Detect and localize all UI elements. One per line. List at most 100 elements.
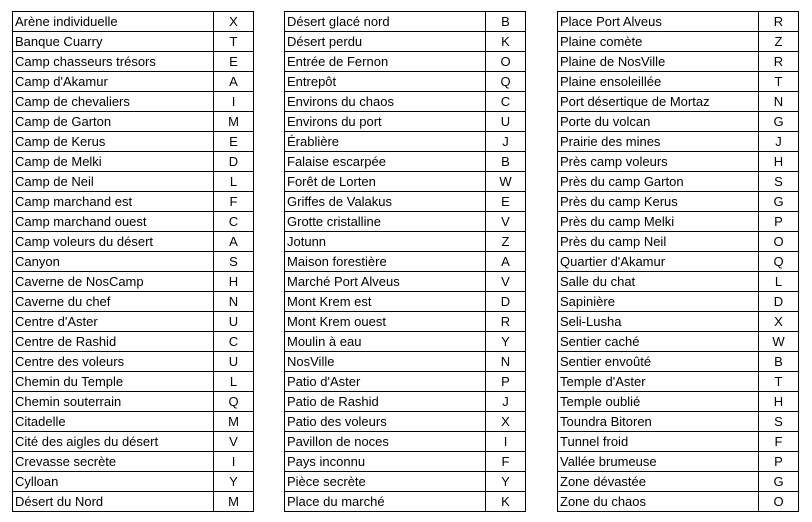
- table-row: Place du marché K: [284, 491, 526, 512]
- location-code-cell: K: [485, 31, 526, 52]
- location-name-cell: Mont Krem est: [284, 291, 486, 312]
- location-name-cell: Caverne du chef: [12, 291, 214, 312]
- location-code-cell: U: [485, 111, 526, 132]
- table-row: Seli-Lusha X: [557, 311, 799, 332]
- location-code-cell: O: [758, 491, 799, 512]
- location-code-cell: N: [485, 351, 526, 372]
- location-name-cell: Place Port Alveus: [557, 11, 759, 32]
- table-row: Falaise escarpée B: [284, 151, 526, 172]
- table-row: Maison forestière A: [284, 251, 526, 272]
- location-code-cell: L: [758, 271, 799, 292]
- location-name-cell: Camp de Melki: [12, 151, 214, 172]
- location-code-cell: J: [758, 131, 799, 152]
- table-row: Plaine de NosVille R: [557, 51, 799, 72]
- location-code-cell: I: [213, 451, 254, 472]
- location-code-cell: A: [213, 231, 254, 252]
- location-name-cell: Désert du Nord: [12, 491, 214, 512]
- table-row: Sentier caché W: [557, 331, 799, 352]
- location-name-cell: Citadelle: [12, 411, 214, 432]
- location-code-cell: P: [758, 451, 799, 472]
- location-code-cell: D: [485, 291, 526, 312]
- location-code-cell: F: [758, 431, 799, 452]
- table-row: Chemin souterrain Q: [12, 391, 254, 412]
- table-row: Tunnel froid F: [557, 431, 799, 452]
- location-name-cell: Cylloan: [12, 471, 214, 492]
- table-row: Griffes de Valakus E: [284, 191, 526, 212]
- location-name-cell: Arène individuelle: [12, 11, 214, 32]
- location-name-cell: Moulin à eau: [284, 331, 486, 352]
- location-name-cell: Camp marchand ouest: [12, 211, 214, 232]
- location-code-cell: E: [213, 131, 254, 152]
- table-row: Zone dévastée G: [557, 471, 799, 492]
- table-row: Grotte cristalline V: [284, 211, 526, 232]
- location-name-cell: Patio des voleurs: [284, 411, 486, 432]
- location-name-cell: Marché Port Alveus: [284, 271, 486, 292]
- location-name-cell: Temple d'Aster: [557, 371, 759, 392]
- location-name-cell: Érablière: [284, 131, 486, 152]
- location-name-cell: Caverne de NosCamp: [12, 271, 214, 292]
- location-name-cell: Près du camp Neil: [557, 231, 759, 252]
- table-row: Prairie des mines J: [557, 131, 799, 152]
- location-name-cell: Salle du chat: [557, 271, 759, 292]
- table-row: Plaine comète Z: [557, 31, 799, 52]
- table-row: Pavillon de noces I: [284, 431, 526, 452]
- location-name-cell: Sapinière: [557, 291, 759, 312]
- table-row: Camp marchand ouest C: [12, 211, 254, 232]
- location-code-cell: E: [485, 191, 526, 212]
- location-code-cell: L: [213, 371, 254, 392]
- location-code-cell: E: [213, 51, 254, 72]
- location-name-cell: Chemin souterrain: [12, 391, 214, 412]
- location-code-cell: C: [213, 211, 254, 232]
- location-name-cell: Centre d'Aster: [12, 311, 214, 332]
- table-row: Forêt de Lorten W: [284, 171, 526, 192]
- location-name-cell: Plaine de NosVille: [557, 51, 759, 72]
- location-code-cell: D: [213, 151, 254, 172]
- location-name-cell: Zone dévastée: [557, 471, 759, 492]
- table-row: Canyon S: [12, 251, 254, 272]
- location-code-cell: A: [485, 251, 526, 272]
- table-row: Camp de Neil L: [12, 171, 254, 192]
- location-name-cell: Camp voleurs du désert: [12, 231, 214, 252]
- location-code-cell: P: [758, 211, 799, 232]
- location-code-cell: T: [213, 31, 254, 52]
- location-code-cell: F: [485, 451, 526, 472]
- location-code-cell: O: [758, 231, 799, 252]
- location-code-cell: V: [485, 211, 526, 232]
- table-row: Près du camp Neil O: [557, 231, 799, 252]
- location-code-cell: L: [213, 171, 254, 192]
- location-code-cell: T: [758, 371, 799, 392]
- location-code-cell: Y: [213, 471, 254, 492]
- location-code-cell: T: [758, 71, 799, 92]
- location-name-cell: Camp de chevaliers: [12, 91, 214, 112]
- location-code-cell: H: [758, 391, 799, 412]
- location-name-cell: Camp de Garton: [12, 111, 214, 132]
- table-row: Place Port Alveus R: [557, 11, 799, 32]
- location-name-cell: Canyon: [12, 251, 214, 272]
- table-row: Camp de chevaliers I: [12, 91, 254, 112]
- location-name-cell: Mont Krem ouest: [284, 311, 486, 332]
- table-row: Moulin à eau Y: [284, 331, 526, 352]
- table-row: Citadelle M: [12, 411, 254, 432]
- table-row: Cité des aigles du désert V: [12, 431, 254, 452]
- table-row: Environs du port U: [284, 111, 526, 132]
- location-name-cell: Vallée brumeuse: [557, 451, 759, 472]
- location-name-cell: Environs du chaos: [284, 91, 486, 112]
- location-name-cell: Patio de Rashid: [284, 391, 486, 412]
- table-body: Arène individuelle X Banque Cuarry T Camp ch…: [12, 11, 254, 512]
- location-code-cell: I: [485, 431, 526, 452]
- location-code-cell: O: [485, 51, 526, 72]
- location-code-cell: S: [758, 411, 799, 432]
- location-code-cell: B: [485, 11, 526, 32]
- location-name-cell: Camp de Neil: [12, 171, 214, 192]
- location-name-cell: Cité des aigles du désert: [12, 431, 214, 452]
- table-row: NosVille N: [284, 351, 526, 372]
- table-row: Désert perdu K: [284, 31, 526, 52]
- location-name-cell: Crevasse secrète: [12, 451, 214, 472]
- table-row: Port désertique de Mortaz N: [557, 91, 799, 112]
- location-name-cell: Zone du chaos: [557, 491, 759, 512]
- table-row: Camp de Melki D: [12, 151, 254, 172]
- table-row: Vallée brumeuse P: [557, 451, 799, 472]
- location-table-2: Désert glacé nord B Désert perdu K Entrée de…: [284, 11, 526, 512]
- location-name-cell: Falaise escarpée: [284, 151, 486, 172]
- location-name-cell: Désert perdu: [284, 31, 486, 52]
